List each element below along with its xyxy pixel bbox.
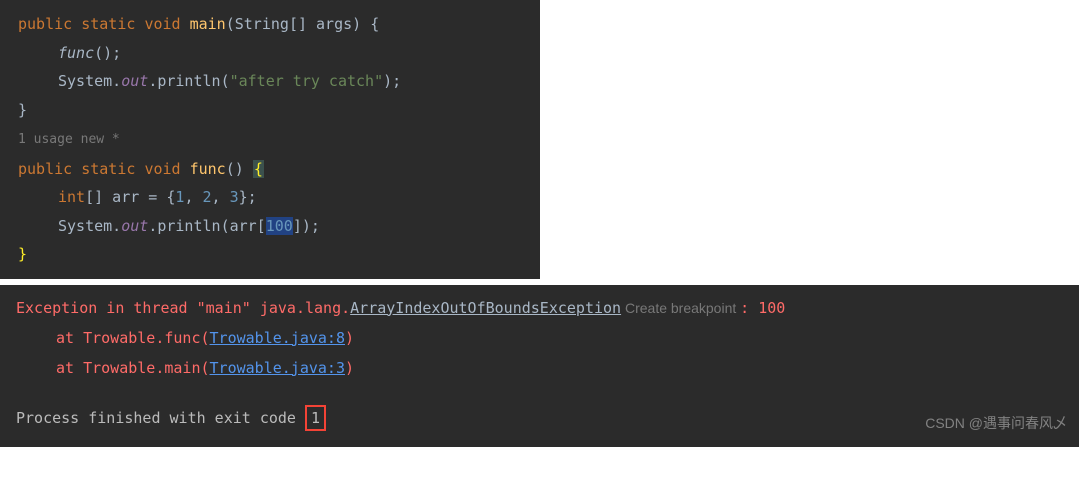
code-editor: public static void main(String[] args) {…	[0, 0, 540, 279]
code-line-func-sig[interactable]: public static void func() {	[18, 155, 540, 184]
source-link-func[interactable]: Trowable.java:8	[210, 329, 345, 347]
exit-code-highlight: 1	[305, 405, 326, 431]
code-line-brace2[interactable]: }	[18, 240, 540, 269]
process-exit-line: Process finished with exit code 1	[16, 403, 1063, 433]
exception-class-link[interactable]: ArrayIndexOutOfBoundsException	[350, 299, 621, 317]
method-func: func	[190, 160, 226, 178]
stack-frame-1: at Trowable.func(Trowable.java:8)	[16, 323, 1063, 353]
code-line-brace1[interactable]: }	[18, 96, 540, 125]
create-breakpoint-link[interactable]: Create breakpoint	[621, 300, 740, 316]
exception-line: Exception in thread "main" java.lang.Arr…	[16, 293, 1063, 323]
watermark: CSDN @遇事问春风乄	[925, 409, 1067, 437]
source-link-main[interactable]: Trowable.java:3	[210, 359, 345, 377]
keyword-void: void	[144, 15, 180, 33]
code-line-arr-decl[interactable]: int[] arr = {1, 2, 3};	[18, 183, 540, 212]
run-console: Exception in thread "main" java.lang.Arr…	[0, 285, 1079, 447]
stack-frame-2: at Trowable.main(Trowable.java:3)	[16, 353, 1063, 383]
hint-usage[interactable]: 1 usage	[18, 132, 73, 147]
brace-highlight-close: }	[18, 245, 27, 263]
method-main: main	[190, 15, 226, 33]
code-line-func-call[interactable]: func();	[18, 39, 540, 68]
index-highlight: 100	[266, 217, 293, 235]
code-line-println2[interactable]: System.out.println(arr[100]);	[18, 212, 540, 241]
inlay-hints[interactable]: 1 usage new *	[18, 124, 540, 155]
hint-new[interactable]: new *	[73, 132, 120, 147]
brace-highlight-open: {	[253, 160, 264, 178]
code-line-main-sig[interactable]: public static void main(String[] args) {	[18, 10, 540, 39]
keyword-static: static	[81, 15, 135, 33]
code-line-println1[interactable]: System.out.println("after try catch");	[18, 67, 540, 96]
keyword-public: public	[18, 15, 72, 33]
